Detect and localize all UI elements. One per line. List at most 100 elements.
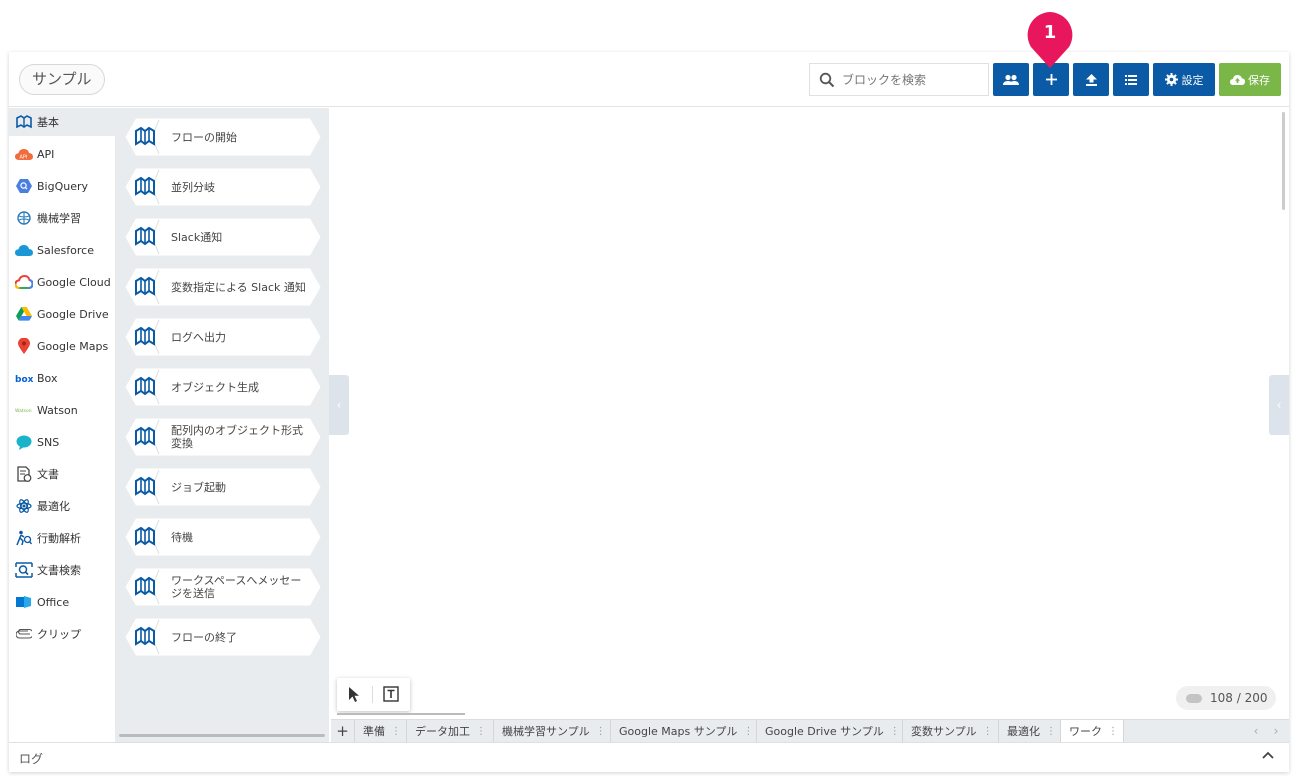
category-clip[interactable]: クリップ	[9, 620, 115, 648]
tool-divider	[372, 686, 373, 703]
members-button[interactable]	[993, 63, 1029, 96]
block-count-icon	[1186, 693, 1202, 703]
tab-work[interactable]: ワーク ⋮	[1061, 720, 1124, 742]
atom-icon	[15, 497, 33, 515]
category-api[interactable]: API API	[9, 140, 115, 168]
tab-menu-icon[interactable]: ⋮	[890, 726, 900, 737]
svg-text:API: API	[20, 155, 28, 161]
basic-block-icon	[135, 176, 155, 196]
chevron-up-icon[interactable]	[1262, 751, 1274, 759]
basic-block-icon	[135, 576, 155, 596]
basic-block-icon	[135, 476, 155, 496]
category-machine-learning[interactable]: 機械学習	[9, 204, 115, 232]
category-google-cloud[interactable]: Google Cloud	[9, 268, 115, 296]
tab-menu-icon[interactable]: ⋮	[476, 726, 486, 737]
block-item[interactable]: フローの開始	[124, 118, 321, 156]
category-watson[interactable]: Watson Watson	[9, 396, 115, 424]
category-behavior-analysis[interactable]: 行動解析	[9, 524, 115, 552]
category-box[interactable]: box Box	[9, 364, 115, 392]
category-basic[interactable]: 基本	[9, 108, 115, 136]
google-cloud-icon	[15, 273, 33, 291]
chevron-left-icon: ‹	[336, 398, 342, 412]
block-counter-text: 108 / 200	[1210, 691, 1268, 705]
block-item[interactable]: 配列内のオブジェクト形式変換	[124, 418, 321, 456]
tab-ml-sample[interactable]: 機械学習サンプル ⋮	[494, 720, 611, 742]
watson-logo-icon: Watson	[15, 401, 33, 419]
tab-menu-icon[interactable]: ⋮	[1108, 726, 1118, 737]
basic-block-icon	[135, 376, 155, 396]
collapse-palette-button[interactable]: ‹	[329, 375, 349, 435]
canvas-scrollbar[interactable]	[1282, 112, 1285, 210]
tab-google-maps-sample[interactable]: Google Maps サンプル ⋮	[611, 720, 757, 742]
category-google-drive[interactable]: Google Drive	[9, 300, 115, 328]
chat-bubble-icon	[15, 433, 33, 451]
search-input[interactable]	[842, 70, 982, 90]
basic-block-icon	[135, 226, 155, 246]
document-search-icon	[15, 561, 33, 579]
category-sns[interactable]: SNS	[9, 428, 115, 456]
text-tool-icon[interactable]	[383, 686, 399, 702]
gear-icon	[1164, 73, 1178, 86]
tab-menu-icon[interactable]: ⋮	[983, 726, 993, 737]
log-panel-bar[interactable]: ログ	[9, 742, 1289, 772]
document-icon	[15, 465, 33, 483]
basic-block-icon	[135, 626, 155, 646]
box-logo-icon: box	[15, 369, 33, 387]
tab-data-processing[interactable]: データ加工 ⋮	[407, 720, 494, 742]
collapse-properties-button[interactable]: ‹	[1269, 375, 1289, 435]
svg-text:box: box	[15, 375, 33, 383]
basic-block-icon	[15, 113, 33, 131]
log-label: ログ	[19, 752, 44, 766]
block-item[interactable]: ワークスペースへメッセージを送信	[124, 568, 321, 606]
settings-button[interactable]: 設定	[1153, 63, 1215, 96]
block-item[interactable]: フローの終了	[124, 618, 321, 656]
add-tab-button[interactable]: +	[331, 720, 355, 742]
category-bigquery[interactable]: BigQuery	[9, 172, 115, 200]
block-palette: フローの開始 並列分岐 Slack通知 変数指定による Slack 通知 ログへ…	[116, 108, 329, 742]
cloud-upload-icon	[1230, 75, 1245, 85]
tabs-prev-button[interactable]: ‹	[1249, 720, 1263, 742]
category-optimization[interactable]: 最適化	[9, 492, 115, 520]
block-item[interactable]: 変数指定による Slack 通知	[124, 268, 321, 306]
upload-button[interactable]	[1073, 63, 1109, 96]
header-toolbar: サンプル ブロックを検索 設定 保存 1	[9, 12, 1289, 107]
basic-block-icon	[135, 326, 155, 346]
block-item[interactable]: 待機	[124, 518, 321, 556]
tab-google-drive-sample[interactable]: Google Drive サンプル ⋮	[757, 720, 903, 742]
save-button[interactable]: 保存	[1219, 63, 1281, 96]
tab-variable-sample[interactable]: 変数サンプル ⋮	[903, 720, 999, 742]
tab-menu-icon[interactable]: ⋮	[743, 726, 753, 737]
category-salesforce[interactable]: Salesforce	[9, 236, 115, 264]
flow-canvas[interactable]	[329, 108, 1289, 742]
tab-menu-icon[interactable]: ⋮	[596, 726, 606, 737]
category-document[interactable]: 文書	[9, 460, 115, 488]
tab-menu-icon[interactable]: ⋮	[391, 726, 401, 737]
block-item[interactable]: 並列分岐	[124, 168, 321, 206]
brain-icon	[15, 209, 33, 227]
settings-label: 設定	[1181, 73, 1204, 87]
tab-preparation[interactable]: 準備 ⋮	[355, 720, 407, 742]
upload-icon	[1085, 73, 1097, 86]
chevron-left-icon: ‹	[1276, 398, 1282, 412]
save-label: 保存	[1248, 73, 1270, 87]
basic-block-icon	[135, 126, 155, 146]
category-office[interactable]: Office	[9, 588, 115, 616]
bigquery-icon	[15, 177, 33, 195]
block-item[interactable]: ログへ出力	[124, 318, 321, 356]
palette-scrollbar[interactable]	[119, 734, 325, 737]
block-item[interactable]: Slack通知	[124, 218, 321, 256]
block-search[interactable]	[809, 63, 989, 96]
block-item[interactable]: オブジェクト生成	[124, 368, 321, 406]
block-item[interactable]: ジョブ起動	[124, 468, 321, 506]
tab-menu-icon[interactable]: ⋮	[1046, 726, 1056, 737]
category-document-search[interactable]: 文書検索	[9, 556, 115, 584]
pointer-tool-icon[interactable]	[347, 686, 361, 703]
people-icon	[1003, 74, 1019, 85]
tabs-next-button[interactable]: ›	[1269, 720, 1283, 742]
list-button[interactable]	[1113, 63, 1149, 96]
tools-scrollbar[interactable]	[337, 713, 465, 715]
category-google-maps[interactable]: Google Maps	[9, 332, 115, 360]
api-cloud-icon: API	[15, 145, 33, 163]
tab-optimization[interactable]: 最適化 ⋮	[999, 720, 1061, 742]
flow-name[interactable]: サンプル	[19, 64, 105, 95]
